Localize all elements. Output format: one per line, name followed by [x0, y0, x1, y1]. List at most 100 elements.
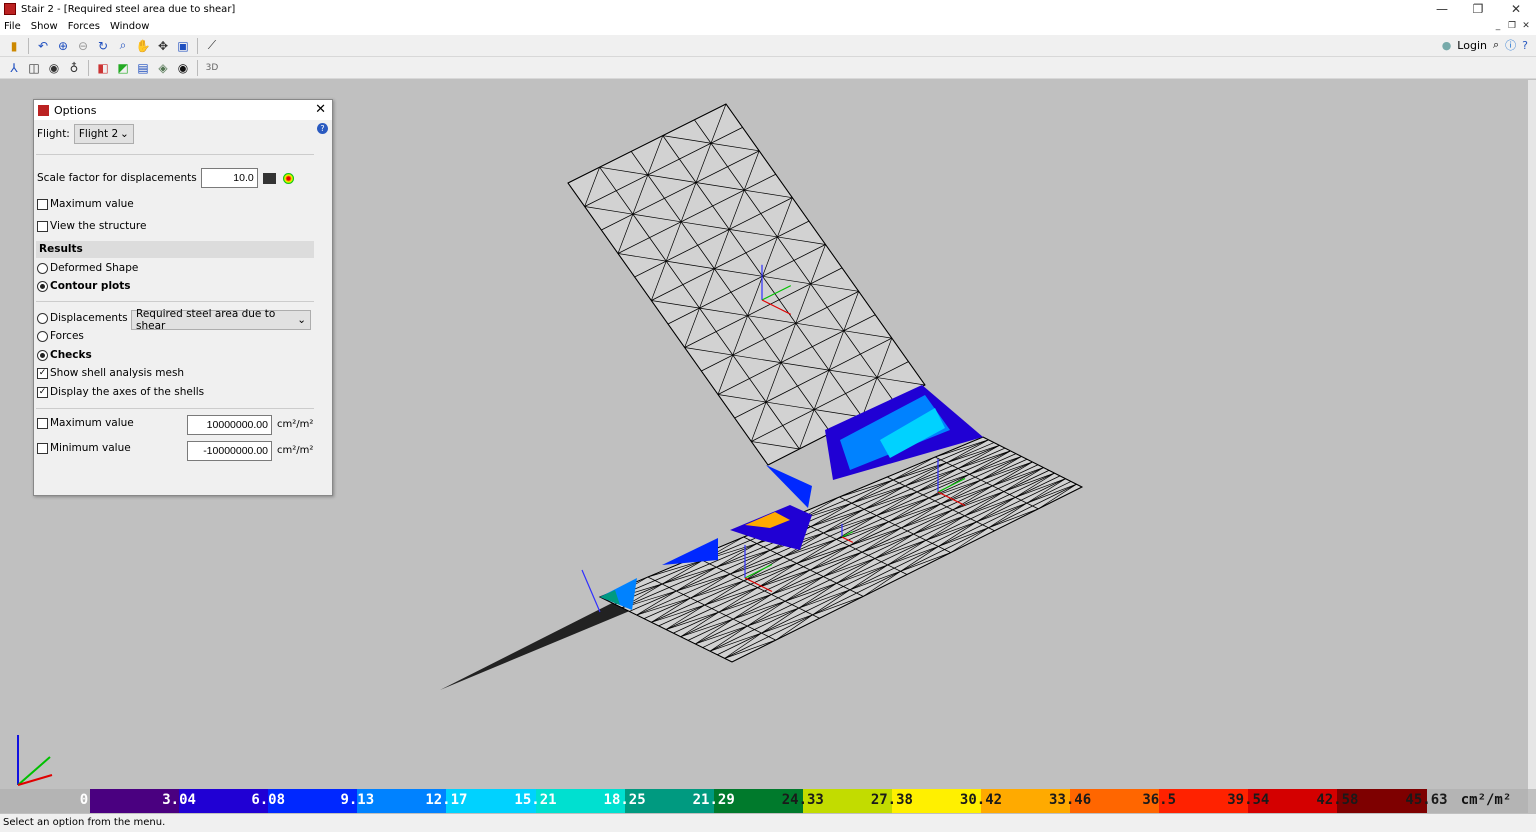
front-view-icon[interactable]: ◧ — [95, 59, 112, 76]
rotate-icon[interactable]: ↻ — [95, 37, 112, 54]
view-structure-checkbox[interactable] — [37, 220, 48, 232]
shell-axes — [581, 569, 601, 613]
search-icon[interactable]: ⌕ — [1493, 38, 1499, 52]
min-limit-checkbox[interactable] — [37, 442, 48, 454]
options-header: Options ✕ — [34, 100, 332, 120]
max-limit-label: Maximum value — [50, 417, 134, 429]
pan-icon[interactable]: ✋ — [135, 37, 152, 54]
contour-label: Contour plots — [50, 280, 131, 292]
flight-value: Flight 2 — [78, 128, 119, 140]
zoom-out-icon[interactable]: ⊖ — [75, 37, 92, 54]
window-title: Stair 2 - [Required steel area due to sh… — [21, 3, 236, 15]
legend-label: 12.17 — [425, 792, 468, 808]
cantilever-shell — [440, 598, 632, 690]
min-limit-input[interactable] — [187, 441, 272, 461]
layers-icon[interactable]: ◈ — [155, 59, 172, 76]
max-value-checkbox[interactable] — [37, 198, 48, 210]
legend-label: 39.54 — [1227, 792, 1270, 808]
options-icon — [38, 104, 49, 116]
scale-factor-input[interactable] — [200, 168, 258, 188]
legend-label: 36.5 — [1142, 792, 1177, 808]
legend-label: 33.46 — [1049, 792, 1092, 808]
min-unit: cm²/m² — [277, 445, 314, 456]
min-limit-label: Minimum value — [50, 442, 131, 454]
max-unit: cm²/m² — [277, 419, 314, 430]
menu-forces[interactable]: Forces — [68, 21, 100, 32]
cube-view-icon[interactable]: ◫ — [26, 59, 43, 76]
exit-icon[interactable]: ▮ — [6, 37, 23, 54]
top-view-icon[interactable]: ▤ — [135, 59, 152, 76]
mdi-controls: _ ❐ ✕ — [1492, 20, 1532, 32]
show-mesh-label: Show shell analysis mesh — [50, 367, 185, 379]
login-button[interactable]: Login — [1457, 39, 1487, 52]
displacements-label: Displacements — [50, 312, 128, 324]
results-header: Results — [36, 241, 314, 258]
scale-label: Scale factor for displacements — [37, 172, 197, 184]
close-button[interactable]: ✕ — [1498, 0, 1534, 18]
move-icon[interactable]: ✥ — [155, 37, 172, 54]
visibility-icon[interactable]: ◉ — [175, 59, 192, 76]
side-view-icon[interactable]: ◩ — [115, 59, 132, 76]
legend-label: 27.38 — [870, 792, 913, 808]
display-axes-checkbox[interactable]: ✓ — [37, 386, 48, 398]
legend-label: 45.63 — [1405, 792, 1448, 808]
right-toolbar: ● Login ⌕ ⓘ ? — [1442, 37, 1528, 53]
show-mesh-checkbox[interactable]: ✓ — [37, 367, 48, 379]
title-bar: Stair 2 - [Required steel area due to sh… — [0, 0, 1536, 18]
displacements-radio[interactable] — [37, 312, 48, 324]
status-bar: Select an option from the menu. — [0, 814, 1536, 832]
contour-plots-radio[interactable] — [37, 280, 48, 292]
view-toolbar: ⅄ ◫ ◉ ♁ ◧ ◩ ▤ ◈ ◉ 3D — [0, 57, 1536, 79]
color-scale-icon[interactable] — [282, 172, 294, 184]
rotate-x-icon[interactable]: ◉ — [46, 59, 63, 76]
legend-unit: cm²/m² — [1460, 792, 1512, 808]
contour-patch — [766, 465, 812, 508]
checks-radio[interactable] — [37, 349, 48, 361]
3d-view-icon[interactable]: 3D — [204, 59, 221, 76]
legend-label: 24.33 — [781, 792, 824, 808]
max-limit-input[interactable] — [187, 415, 272, 435]
flight-label: Flight: — [37, 128, 70, 140]
mdi-minimize-button[interactable]: _ — [1492, 20, 1504, 32]
legend-label: 6.08 — [251, 792, 286, 808]
menu-file[interactable]: File — [4, 21, 21, 32]
flight-select[interactable]: Flight 2 ⌄ — [73, 124, 134, 144]
animation-icon[interactable] — [262, 172, 276, 184]
zoom-previous-icon[interactable]: ↶ — [35, 37, 52, 54]
menu-window[interactable]: Window — [110, 21, 149, 32]
view-structure-label: View the structure — [50, 220, 147, 232]
zoom-all-icon[interactable]: ⊕ — [55, 37, 72, 54]
refresh-view-icon[interactable]: ▣ — [175, 37, 192, 54]
color-legend: cm²/m² 0 3.04 6.08 9.13 12.17 15.21 18.25 21.29… — [0, 789, 1528, 813]
rotate-z-icon[interactable]: ♁ — [66, 59, 83, 76]
display-axes-label: Display the axes of the shells — [50, 386, 205, 398]
legend-label: 30.42 — [959, 792, 1003, 808]
axes-icon[interactable]: ⅄ — [6, 59, 23, 76]
menu-show[interactable]: Show — [31, 21, 58, 32]
options-close-button[interactable]: ✕ — [315, 102, 326, 117]
help-icon[interactable]: ? — [317, 123, 328, 134]
legend-label: 9.13 — [340, 792, 375, 808]
vertical-scrollbar[interactable] — [1528, 80, 1536, 789]
axes-scale-icon[interactable]: ⟋ — [204, 37, 221, 54]
app-icon — [4, 3, 16, 15]
legend-label: 18.25 — [603, 792, 646, 808]
legend-label: 3.04 — [162, 792, 196, 808]
result-type-value: Required steel area due to shear — [136, 308, 276, 332]
mdi-close-button[interactable]: ✕ — [1520, 20, 1532, 32]
deformed-label: Deformed Shape — [50, 262, 139, 274]
options-panel: Options ✕ ? Flight: Flight 2 ⌄ Scale fact… — [33, 99, 333, 496]
result-type-select[interactable]: Required steel area due to shear ⌄ — [131, 308, 311, 332]
restore-button[interactable]: ❐ — [1460, 0, 1496, 18]
help-icon[interactable]: ? — [1522, 39, 1528, 52]
deformed-shape-radio[interactable] — [37, 262, 48, 274]
forces-radio[interactable] — [37, 330, 48, 342]
main-toolbar: ▮ ↶ ⊕ ⊖ ↻ ⌕ ✋ ✥ ▣ ⟋ — [0, 35, 1536, 57]
zoom-window-icon[interactable]: ⌕ — [115, 37, 132, 54]
legend-label: 15.21 — [514, 792, 557, 808]
max-limit-checkbox[interactable] — [37, 417, 48, 429]
mdi-restore-button[interactable]: ❐ — [1506, 20, 1518, 32]
menu-bar: File Show Forces Window — [0, 18, 1536, 35]
minimize-button[interactable]: — — [1424, 0, 1460, 18]
info-icon[interactable]: ⓘ — [1505, 37, 1516, 53]
